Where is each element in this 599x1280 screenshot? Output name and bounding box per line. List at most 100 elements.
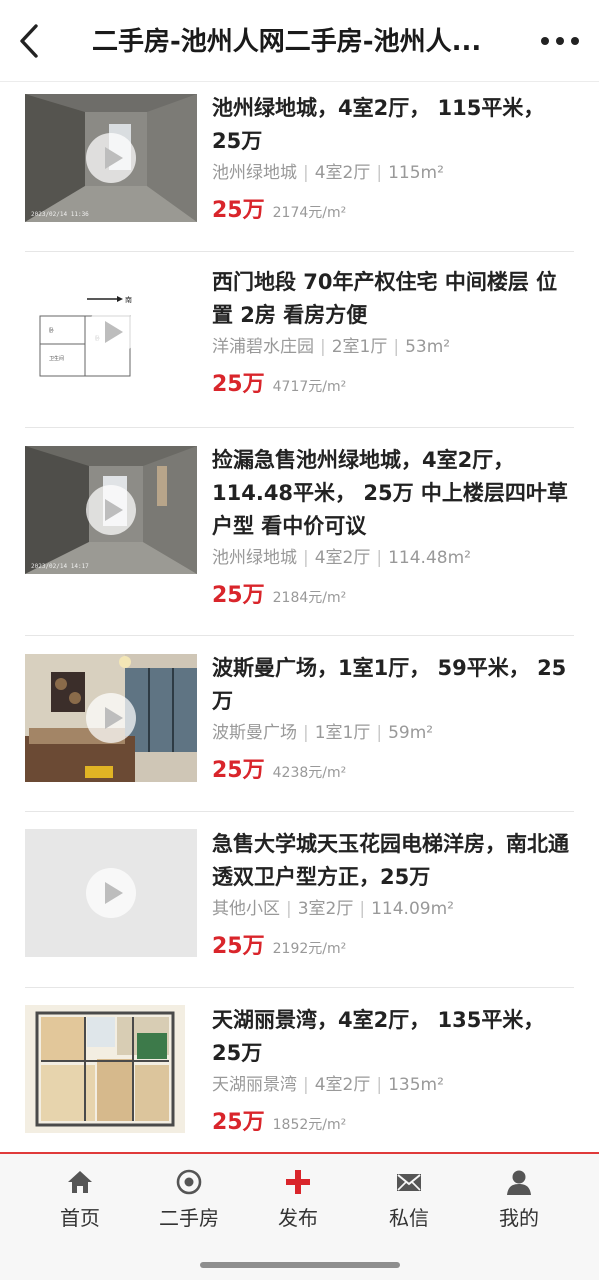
listing-meta: 池州绿地城 | 4室2厅 | 115m²	[212, 159, 574, 187]
price-row: 25万 1852元/m²	[212, 1109, 574, 1139]
total-price: 25万	[212, 1110, 265, 1135]
svg-text:卧: 卧	[49, 327, 54, 334]
community-name: 池州绿地城	[212, 548, 297, 568]
listing-thumbnail[interactable]: 2023/02/14 14:17	[25, 446, 197, 574]
listing-meta: 其他小区 | 3室2厅 | 114.09m²	[212, 895, 574, 923]
photo-timestamp: 2023/02/14 14:17	[31, 563, 89, 570]
meta-separator: |	[376, 723, 383, 743]
listing-meta: 洋浦碧水庄园 | 2室1厅 | 53m²	[212, 333, 574, 361]
meta-separator: |	[303, 723, 309, 743]
price-row: 25万 2192元/m²	[212, 933, 574, 963]
tab-publish[interactable]: 发布	[248, 1168, 348, 1238]
meta-separator: |	[376, 1075, 383, 1095]
meta-separator: |	[286, 899, 292, 919]
room-layout: 3室2厅	[297, 899, 354, 919]
tab-label: 首页	[60, 1206, 100, 1230]
svg-text:卫生间: 卫生间	[49, 355, 64, 362]
total-price: 25万	[212, 583, 265, 608]
top-nav-bar: 二手房-池州人网二手房-池州人...	[0, 0, 599, 82]
unit-price: 4717元/m²	[272, 379, 347, 395]
unit-price: 1852元/m²	[272, 1117, 347, 1133]
play-icon[interactable]	[86, 485, 136, 535]
play-icon[interactable]	[86, 307, 136, 357]
listing-title[interactable]: 捡漏急售池州绿地城，4室2厅， 114.48平米， 25万 中上楼层四叶草户型 …	[212, 444, 574, 543]
listing-title[interactable]: 波斯曼广场，1室1厅， 59平米， 25万	[212, 652, 574, 718]
floor-area: 135m²	[388, 1075, 444, 1095]
play-icon[interactable]	[86, 133, 136, 183]
home-icon	[68, 1171, 92, 1193]
plus-icon	[286, 1170, 310, 1194]
tab-second-hand-house[interactable]: 二手房	[139, 1168, 239, 1238]
meta-separator: |	[303, 548, 309, 568]
listing-meta: 天湖丽景湾 | 4室2厅 | 135m²	[212, 1071, 574, 1099]
mail-icon	[397, 1174, 421, 1191]
back-icon	[20, 24, 38, 58]
listing-thumbnail[interactable]	[25, 829, 197, 957]
play-icon[interactable]	[86, 693, 136, 743]
more-icon	[541, 37, 579, 45]
community-name: 天湖丽景湾	[212, 1075, 297, 1095]
listing-title[interactable]: 天湖丽景湾，4室2厅， 135平米， 25万	[212, 1004, 574, 1070]
target-icon	[176, 1169, 202, 1195]
room-layout: 1室1厅	[314, 723, 371, 743]
meta-separator: |	[303, 1075, 309, 1095]
total-price: 25万	[212, 934, 265, 959]
floor-area: 59m²	[388, 723, 434, 743]
meta-separator: |	[320, 337, 326, 357]
tab-label: 我的	[499, 1206, 539, 1230]
listing-title[interactable]: 急售大学城天玉花园电梯洋房，南北通透双卫户型方正，25万	[212, 828, 574, 894]
floor-area: 115m²	[388, 163, 444, 183]
listing-meta: 池州绿地城 | 4室2厅 | 114.48m²	[212, 544, 574, 572]
bottom-tab-bar: 首页 二手房 发布 私信 我的	[0, 1152, 599, 1280]
listing-thumbnail[interactable]	[25, 654, 197, 782]
community-name: 其他小区	[212, 899, 280, 919]
listing-item[interactable]: 2023/02/14 11:36 池州绿地城，4室2厅， 115平米， 25万 …	[25, 82, 574, 252]
listing-thumbnail[interactable]: 2023/02/14 11:36	[25, 94, 197, 222]
room-layout: 4室2厅	[314, 163, 371, 183]
unit-price: 4238元/m²	[272, 765, 347, 781]
listing-list[interactable]: 2023/02/14 11:36 池州绿地城，4室2厅， 115平米， 25万 …	[0, 82, 599, 1152]
listing-meta: 波斯曼广场 | 1室1厅 | 59m²	[212, 719, 574, 747]
community-name: 洋浦碧水庄园	[212, 337, 314, 357]
floor-area: 114.48m²	[388, 548, 471, 568]
back-button[interactable]	[14, 22, 48, 60]
listing-title[interactable]: 池州绿地城，4室2厅， 115平米， 25万	[212, 92, 574, 158]
tab-label: 发布	[278, 1206, 318, 1230]
floor-plan-image	[25, 1005, 185, 1133]
meta-separator: |	[376, 548, 383, 568]
unit-price: 2174元/m²	[272, 205, 347, 221]
play-icon[interactable]	[86, 868, 136, 918]
price-row: 25万 2184元/m²	[212, 582, 574, 612]
listing-item[interactable]: 急售大学城天玉花园电梯洋房，南北通透双卫户型方正，25万 其他小区 | 3室2厅 | 1…	[25, 812, 574, 988]
total-price: 25万	[212, 758, 265, 783]
listing-item[interactable]: 波斯曼广场，1室1厅， 59平米， 25万 波斯曼广场 | 1室1厅 | 59m² 25…	[25, 636, 574, 812]
community-name: 池州绿地城	[212, 163, 297, 183]
room-layout: 2室1厅	[331, 337, 388, 357]
home-indicator[interactable]	[200, 1262, 400, 1268]
tab-label: 二手房	[159, 1206, 219, 1230]
tab-profile[interactable]: 我的	[469, 1168, 569, 1238]
tab-messages[interactable]: 私信	[359, 1168, 459, 1238]
tab-home[interactable]: 首页	[30, 1168, 130, 1238]
listing-item[interactable]: 天湖丽景湾，4室2厅， 135平米， 25万 天湖丽景湾 | 4室2厅 | 135m² …	[25, 988, 574, 1152]
meta-separator: |	[376, 163, 383, 183]
meta-separator: |	[359, 899, 366, 919]
listing-item[interactable]: 2023/02/14 14:17 捡漏急售池州绿地城，4室2厅， 114.48平…	[25, 428, 574, 636]
listing-item[interactable]: 南 卧 卫生间 卧 西门地段 70年产权住宅 中间楼层 位置 2房 看房方便 洋…	[25, 252, 574, 428]
price-row: 25万 4717元/m²	[212, 371, 574, 401]
unit-price: 2192元/m²	[272, 941, 347, 957]
listing-thumbnail[interactable]	[25, 1005, 185, 1133]
page-title: 二手房-池州人网二手房-池州人...	[92, 27, 482, 57]
room-layout: 4室2厅	[314, 1075, 371, 1095]
listing-title[interactable]: 西门地段 70年产权住宅 中间楼层 位置 2房 看房方便	[212, 266, 574, 332]
price-row: 25万 2174元/m²	[212, 197, 574, 227]
photo-timestamp: 2023/02/14 11:36	[31, 211, 89, 218]
meta-separator: |	[303, 163, 309, 183]
meta-separator: |	[393, 337, 400, 357]
floor-area: 114.09m²	[371, 899, 454, 919]
floor-area: 53m²	[405, 337, 451, 357]
total-price: 25万	[212, 372, 265, 397]
room-layout: 4室2厅	[314, 548, 371, 568]
more-button[interactable]	[538, 28, 582, 54]
listing-thumbnail[interactable]: 南 卧 卫生间 卧	[25, 268, 197, 396]
